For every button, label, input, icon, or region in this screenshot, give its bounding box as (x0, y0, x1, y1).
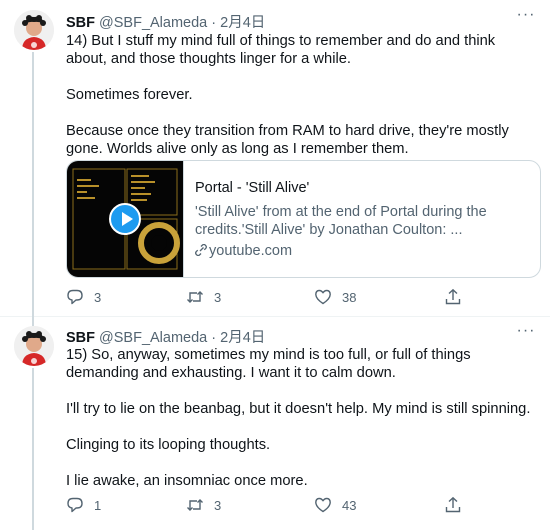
retweet-button[interactable]: 3 (186, 287, 221, 307)
retweet-count: 3 (214, 497, 222, 513)
thread-line (32, 368, 34, 530)
tweet-text: 15) So, anyway, sometimes my mind is too… (66, 346, 536, 508)
tweet-paragraph: I'll try to lie on the beanbag, but it d… (66, 401, 531, 417)
card-domain: youtube.com (195, 242, 530, 260)
share-icon (445, 288, 461, 305)
tweet-paragraph: I lie awake, an insomniac once more. (66, 473, 308, 489)
author-handle[interactable]: @SBF_Alameda (99, 15, 207, 31)
like-button[interactable]: 38 (314, 287, 356, 307)
tweet-paragraph: Because once they transition from RAM to… (66, 123, 509, 157)
play-icon[interactable] (109, 203, 141, 235)
share-button[interactable] (444, 287, 462, 307)
tweet-paragraph: Clinging to its looping thoughts. (66, 437, 271, 453)
tweet[interactable]: SBF @SBF_Alameda · 2月4日 ··· 15) So, anyw… (0, 316, 550, 530)
more-icon[interactable]: ··· (516, 323, 536, 342)
retweet-icon (187, 499, 203, 511)
avatar[interactable] (14, 10, 54, 50)
like-button[interactable]: 43 (314, 495, 356, 515)
separator: · (211, 15, 217, 31)
tweet-paragraph: 15) So, anyway, sometimes my mind is too… (66, 347, 471, 381)
tweet-paragraph: 14) But I stuff my mind full of things t… (66, 33, 496, 67)
share-icon (445, 496, 461, 513)
tweet-text: 14) But I stuff my mind full of things t… (66, 32, 536, 176)
avatar[interactable] (14, 326, 54, 366)
link-icon (195, 244, 207, 256)
reply-icon (67, 497, 83, 513)
tweet-header: SBF @SBF_Alameda · 2月4日 (66, 326, 265, 347)
author-name[interactable]: SBF (66, 15, 95, 31)
reply-button[interactable]: 1 (66, 495, 101, 515)
reply-count: 1 (94, 497, 102, 513)
like-count: 38 (342, 289, 357, 305)
more-icon[interactable]: ··· (516, 7, 536, 26)
like-icon (315, 289, 331, 305)
like-count: 43 (342, 497, 357, 513)
link-card[interactable]: Portal - 'Still Alive' 'Still Alive' fro… (66, 160, 541, 278)
card-domain-text: youtube.com (209, 243, 293, 259)
separator: · (211, 330, 217, 346)
tweet-date[interactable]: 2月4日 (220, 330, 265, 346)
tweet-header: SBF @SBF_Alameda · 2月4日 (66, 11, 265, 32)
retweet-button[interactable]: 3 (186, 495, 221, 515)
reply-count: 3 (94, 289, 102, 305)
thread-line (32, 52, 34, 316)
author-handle[interactable]: @SBF_Alameda (99, 330, 207, 346)
reply-icon (67, 289, 83, 305)
tweet-paragraph: Sometimes forever. (66, 87, 193, 103)
share-button[interactable] (444, 495, 462, 515)
card-body: Portal - 'Still Alive' 'Still Alive' fro… (195, 179, 530, 260)
card-description: 'Still Alive' from at the end of Portal … (195, 204, 487, 238)
like-icon (315, 497, 331, 513)
retweet-count: 3 (214, 289, 222, 305)
video-thumbnail[interactable] (67, 161, 184, 277)
author-name[interactable]: SBF (66, 330, 95, 346)
reply-button[interactable]: 3 (66, 287, 101, 307)
tweet[interactable]: SBF @SBF_Alameda · 2月4日 ··· 14) But I st… (0, 0, 550, 316)
tweet-date[interactable]: 2月4日 (220, 15, 265, 31)
card-title[interactable]: Portal - 'Still Alive' (195, 179, 530, 197)
retweet-icon (187, 291, 203, 303)
tweet-actions: 3 3 38 (66, 287, 536, 307)
thread-line (32, 316, 34, 326)
tweet-actions: 1 3 43 (66, 495, 536, 515)
